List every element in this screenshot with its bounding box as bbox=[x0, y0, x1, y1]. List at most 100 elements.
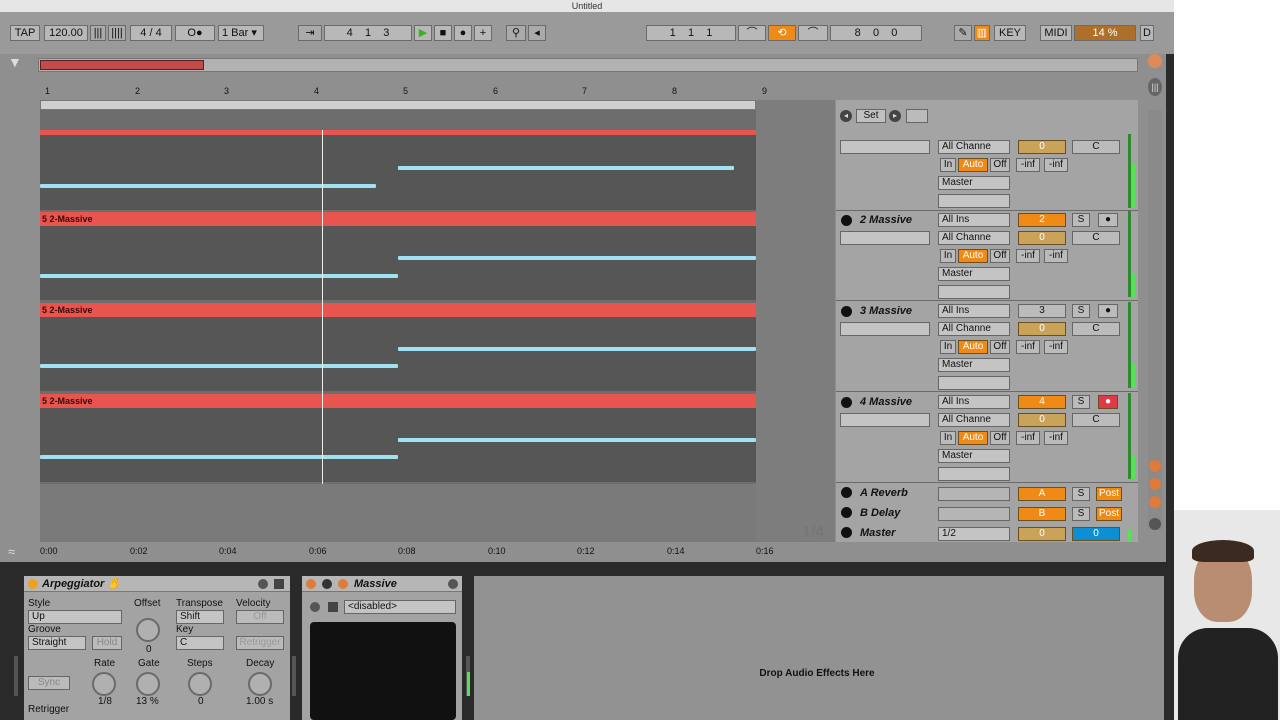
output-select[interactable]: Master bbox=[938, 176, 1010, 190]
expand-icon[interactable] bbox=[841, 507, 852, 518]
midi-note[interactable] bbox=[40, 274, 398, 278]
master-send[interactable]: 0 bbox=[1018, 527, 1066, 541]
add-icon[interactable]: + bbox=[474, 25, 492, 41]
track-activator[interactable]: 4 bbox=[1018, 395, 1066, 409]
monitor-in-button[interactable]: In bbox=[940, 340, 956, 354]
hold-button[interactable]: Hold bbox=[92, 636, 122, 650]
metronome-button[interactable]: O● bbox=[175, 25, 215, 41]
midi-note[interactable] bbox=[398, 347, 756, 351]
previous-locator-icon[interactable]: ◂ bbox=[840, 110, 852, 122]
return-output-field[interactable] bbox=[938, 487, 1010, 501]
nudge-down-icon[interactable]: ||| bbox=[90, 25, 106, 41]
midi-note[interactable] bbox=[40, 184, 376, 188]
midi-clip-body[interactable] bbox=[40, 408, 756, 482]
expand-icon[interactable] bbox=[841, 487, 852, 498]
track-name[interactable]: 4 Massive bbox=[860, 396, 912, 408]
song-position[interactable]: 4 1 3 bbox=[324, 25, 412, 41]
tap-button[interactable]: TAP bbox=[10, 25, 40, 41]
midi-clip-body[interactable] bbox=[40, 226, 756, 300]
return-activator[interactable]: B bbox=[1018, 507, 1066, 521]
audio-effects-drop-zone[interactable]: Drop Audio Effects Here bbox=[474, 576, 1164, 720]
send-knob[interactable]: 0 bbox=[1018, 231, 1066, 245]
solo-button[interactable]: S bbox=[1072, 395, 1090, 409]
monitor-auto-button[interactable]: Auto bbox=[958, 340, 988, 354]
arm-record-icon[interactable]: ● bbox=[1098, 213, 1118, 227]
plugin-edit-icon[interactable] bbox=[338, 579, 348, 589]
output-channel-select[interactable] bbox=[938, 467, 1010, 481]
loop-start-field[interactable]: 1 1 1 bbox=[646, 25, 736, 41]
follow-icon[interactable]: ⇥ bbox=[298, 25, 322, 41]
loop-brace[interactable] bbox=[40, 100, 756, 110]
track-fold-icon[interactable] bbox=[841, 397, 852, 408]
cue-output-select[interactable]: 1/2 bbox=[938, 527, 1010, 541]
sends-overview-icon[interactable] bbox=[1149, 496, 1161, 508]
track-name-field[interactable] bbox=[840, 413, 930, 427]
punch-in-icon[interactable]: ⌒ bbox=[738, 25, 766, 41]
monitor-off-button[interactable]: Off bbox=[990, 431, 1010, 445]
output-select[interactable]: Master bbox=[938, 267, 1010, 281]
hotswap-icon[interactable] bbox=[258, 579, 268, 589]
overview-selection[interactable] bbox=[40, 60, 204, 70]
stop-icon[interactable]: ■ bbox=[434, 25, 452, 41]
monitor-off-button[interactable]: Off bbox=[990, 158, 1010, 172]
track-name[interactable]: 2 Massive bbox=[860, 214, 912, 226]
send-knob[interactable]: 0 bbox=[1018, 140, 1066, 154]
decay-knob[interactable] bbox=[248, 672, 272, 696]
arm-record-icon[interactable]: ● bbox=[1098, 395, 1118, 409]
io-overview-icon[interactable] bbox=[1149, 478, 1161, 490]
send-knob[interactable]: 0 bbox=[1018, 413, 1066, 427]
time-signature[interactable]: 4 / 4 bbox=[130, 25, 172, 41]
loop-length-field[interactable]: 8 0 0 bbox=[830, 25, 922, 41]
monitor-auto-button[interactable]: Auto bbox=[958, 431, 988, 445]
arrangement-overview[interactable] bbox=[38, 58, 1138, 72]
return-output-field[interactable] bbox=[938, 507, 1010, 521]
input-channel-select[interactable]: All Channe bbox=[938, 140, 1010, 154]
monitor-in-button[interactable]: In bbox=[940, 158, 956, 172]
play-icon[interactable]: ▶ bbox=[414, 25, 432, 41]
plugin-unfold-icon[interactable] bbox=[310, 602, 320, 612]
monitor-auto-button[interactable]: Auto bbox=[958, 158, 988, 172]
midi-note[interactable] bbox=[398, 438, 756, 442]
midi-clip-header[interactable]: 5 2-Massive bbox=[40, 394, 756, 408]
input-channel-select[interactable]: All Channe bbox=[938, 231, 1010, 245]
time-ruler[interactable]: 0:00 0:02 0:04 0:06 0:08 0:10 0:12 0:14 … bbox=[40, 542, 835, 562]
track-fold-icon[interactable] bbox=[841, 215, 852, 226]
pan-knob[interactable]: C bbox=[1072, 322, 1120, 336]
solo-button[interactable]: S bbox=[1072, 213, 1090, 227]
velocity-toggle[interactable]: Off bbox=[236, 610, 284, 624]
arpeggiator-header[interactable]: Arpeggiator ✋ bbox=[24, 576, 290, 592]
post-button[interactable]: Post bbox=[1096, 487, 1122, 501]
return-track-name[interactable]: B Delay bbox=[860, 507, 900, 519]
key-map-button[interactable]: KEY bbox=[994, 25, 1026, 41]
mixer-toggle-icon[interactable]: ||| bbox=[1148, 78, 1162, 96]
fold-icon[interactable] bbox=[322, 579, 332, 589]
quantize-select[interactable]: 1 Bar ▾ bbox=[218, 25, 264, 41]
monitor-in-button[interactable]: In bbox=[940, 431, 956, 445]
monitor-off-button[interactable]: Off bbox=[990, 249, 1010, 263]
midi-map-button[interactable]: MIDI bbox=[1040, 25, 1072, 41]
monitor-off-button[interactable]: Off bbox=[990, 340, 1010, 354]
nudge-up-icon[interactable]: |||| bbox=[108, 25, 126, 41]
track-fold-icon[interactable] bbox=[841, 306, 852, 317]
track-name-field[interactable] bbox=[840, 231, 930, 245]
output-select[interactable]: Master bbox=[938, 358, 1010, 372]
track-name-field[interactable] bbox=[840, 140, 930, 154]
post-button[interactable]: Post bbox=[1096, 507, 1122, 521]
output-channel-select[interactable] bbox=[938, 194, 1010, 208]
loop-switch-icon[interactable]: ⟲ bbox=[768, 25, 796, 41]
punch-out-icon[interactable]: ⌒ bbox=[798, 25, 828, 41]
pan-knob[interactable]: C bbox=[1072, 140, 1120, 154]
solo-button[interactable]: S bbox=[1072, 487, 1090, 501]
save-preset-icon[interactable] bbox=[274, 579, 284, 589]
set-locator-button[interactable]: Set bbox=[856, 109, 886, 123]
computer-keyboard-icon[interactable]: ▥ bbox=[974, 25, 990, 41]
next-locator-icon[interactable]: ▸ bbox=[889, 110, 901, 122]
input-type-select[interactable]: All Ins bbox=[938, 213, 1010, 227]
hide-browser-icon[interactable]: ▼ bbox=[8, 54, 28, 70]
master-volume[interactable]: 0 bbox=[1072, 527, 1120, 541]
key-select[interactable]: C bbox=[176, 636, 224, 650]
overview-toggle-icon[interactable] bbox=[1148, 54, 1162, 68]
automation-arm-icon[interactable]: ⚲ bbox=[506, 25, 526, 41]
midi-clip-header[interactable]: 5 2-Massive bbox=[40, 303, 756, 317]
steps-knob[interactable] bbox=[188, 672, 212, 696]
